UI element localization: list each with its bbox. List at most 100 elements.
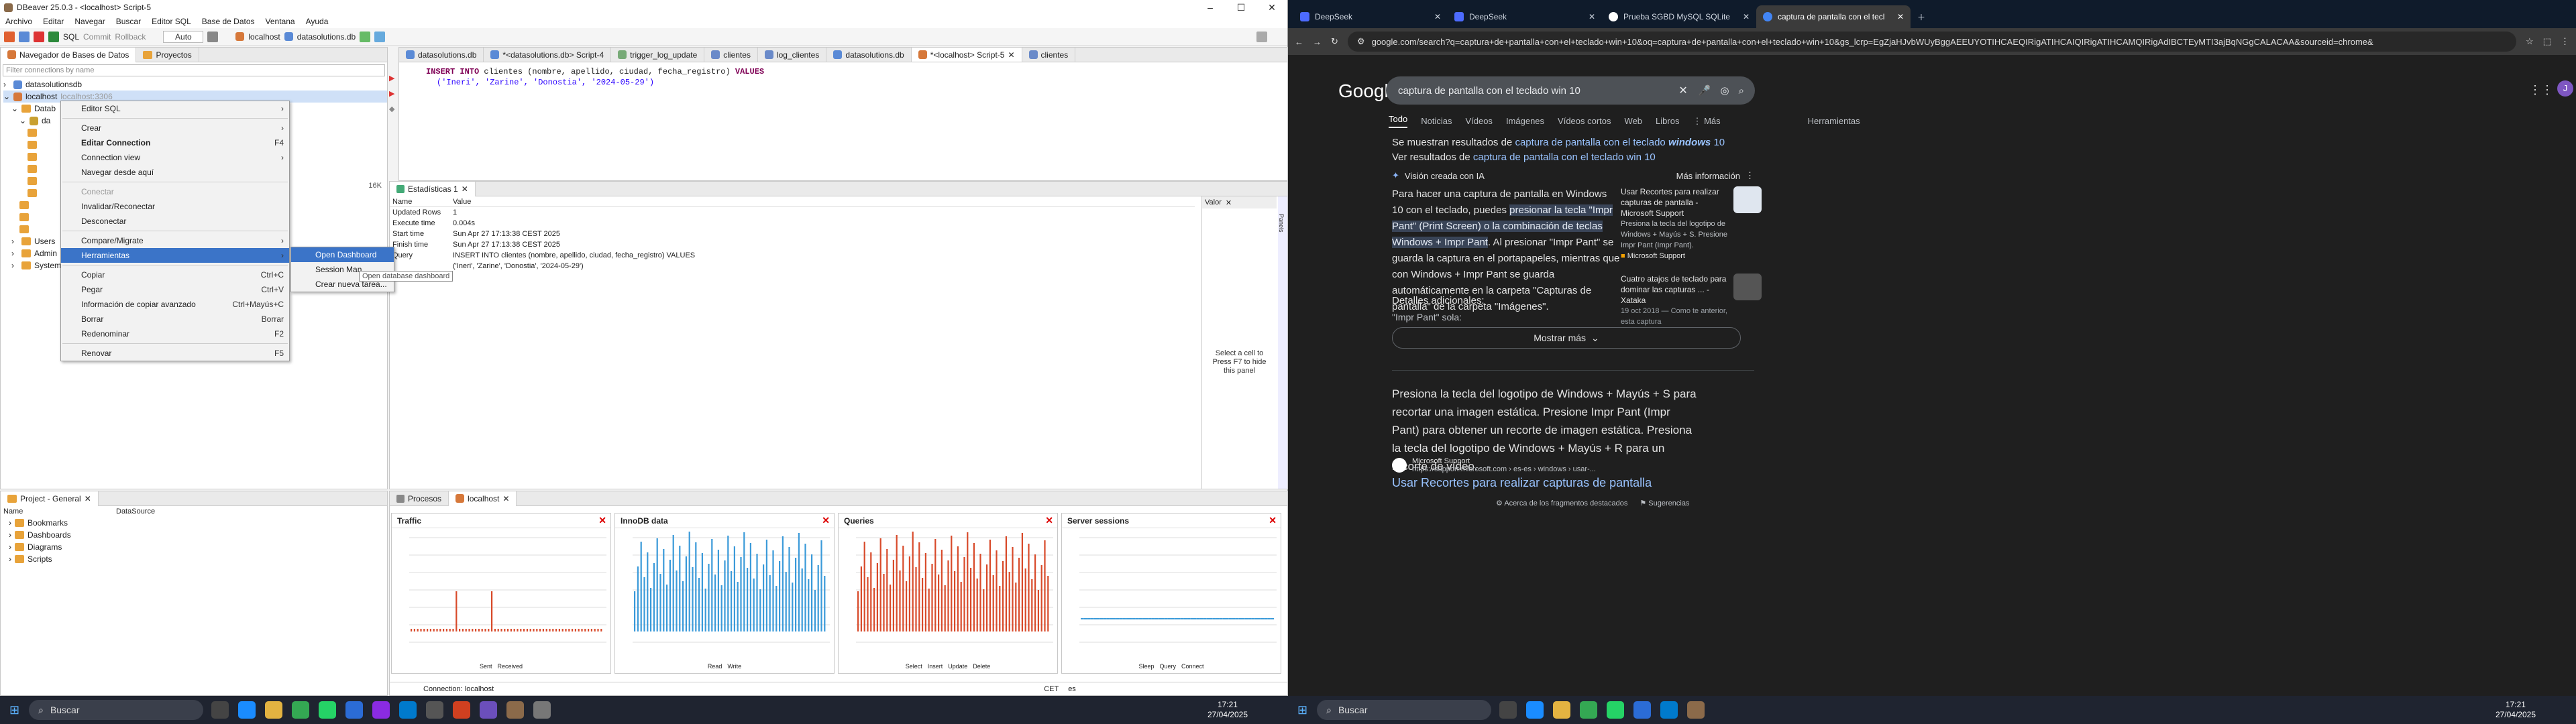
context-menu-item[interactable]: Redenominar F2 xyxy=(61,326,289,341)
app-icon[interactable] xyxy=(1526,701,1544,719)
tab-editor[interactable]: trigger_log_update xyxy=(611,48,705,62)
apps-icon[interactable]: ⋮⋮ xyxy=(2529,83,2553,97)
context-menu-item[interactable]: Renovar F5 xyxy=(61,346,289,361)
context-menu-item[interactable]: Connection view › xyxy=(61,150,289,165)
close-tab-icon[interactable]: ✕ xyxy=(1008,50,1014,60)
taskbar-search[interactable]: ⌕ Buscar xyxy=(1317,700,1492,720)
context-menu-item[interactable]: Desconectar xyxy=(61,214,289,229)
clock[interactable]: 17:21 27/04/2025 xyxy=(2496,700,2536,720)
run-script-icon[interactable]: ▶ xyxy=(389,89,398,98)
windows-start-icon[interactable]: ⊞ xyxy=(9,703,19,717)
filter-videos-cortos[interactable]: Vídeos cortos xyxy=(1558,116,1611,126)
app-icon[interactable] xyxy=(372,701,390,719)
show-more-button[interactable]: Mostrar más ⌄ xyxy=(1392,327,1741,349)
search-icon[interactable] xyxy=(1256,31,1267,42)
close-tab-icon[interactable]: ✕ xyxy=(1226,198,1232,207)
forward-icon[interactable]: → xyxy=(1313,37,1322,47)
tab-editor[interactable]: datasolutions.db xyxy=(826,48,912,62)
close-tab-icon[interactable]: ✕ xyxy=(1743,12,1750,21)
close-tab-icon[interactable]: ✕ xyxy=(85,494,91,503)
taskbar-search[interactable]: ⌕ Buscar xyxy=(29,700,204,720)
project-item-dashboards[interactable]: › Dashboards xyxy=(9,529,387,541)
tab-navegador[interactable]: Navegador de Bases de Datos xyxy=(1,47,137,62)
vscode-icon[interactable] xyxy=(1660,701,1678,719)
close-tab-icon[interactable]: ✕ xyxy=(502,494,509,503)
context-menu-item[interactable]: Editar Connection F4 xyxy=(61,135,289,150)
chrome-icon[interactable] xyxy=(1580,701,1598,719)
menu-buscar[interactable]: Buscar xyxy=(111,17,146,26)
menu-ventana[interactable]: Ventana xyxy=(260,17,301,26)
new-connection-icon[interactable] xyxy=(4,31,15,42)
context-menu-item[interactable]: Copiar Ctrl+C xyxy=(61,267,289,282)
context-menu-item[interactable]: Información de copiar avanzado Ctrl+Mayús… xyxy=(61,297,289,312)
menu-ayuda[interactable]: Ayuda xyxy=(301,17,334,26)
context-menu-item[interactable]: Compare/Migrate › xyxy=(61,233,289,248)
clear-icon[interactable]: ✕ xyxy=(1678,84,1687,97)
tab-project[interactable]: Project - General ✕ xyxy=(1,491,99,506)
minimize-button[interactable]: – xyxy=(1195,2,1226,13)
browser-tab-active[interactable]: captura de pantalla con el tecla ✕ xyxy=(1756,5,1911,28)
whatsapp-icon[interactable] xyxy=(319,701,337,719)
tree-item[interactable]: › datasolutionsdb xyxy=(3,78,387,90)
close-chart-icon[interactable]: ✕ xyxy=(1269,515,1281,526)
value-tab[interactable]: Valor ✕ xyxy=(1202,196,1277,208)
app-icon[interactable] xyxy=(345,701,364,719)
project-item-scripts[interactable]: › Scripts xyxy=(9,553,387,565)
site-info-icon[interactable]: ⚙ xyxy=(1357,36,1365,47)
filter-web[interactable]: Web xyxy=(1625,116,1643,126)
open-dashboard-item[interactable]: Open Dashboard xyxy=(291,247,394,262)
tab-editor-active[interactable]: *<localhost> Script-5 ✕ xyxy=(911,48,1022,62)
app-icon[interactable] xyxy=(238,701,256,719)
app-icon[interactable] xyxy=(1633,701,1652,719)
source-card[interactable]: Cuatro atajos de teclado para dominar la… xyxy=(1621,274,1762,327)
tab-editor[interactable]: clientes xyxy=(1022,48,1076,62)
bookmark-star-icon[interactable]: ☆ xyxy=(2526,36,2534,47)
close-button[interactable]: ✕ xyxy=(1256,2,1287,13)
close-chart-icon[interactable]: ✕ xyxy=(1045,515,1057,526)
menu-icon[interactable]: ⋮ xyxy=(2561,36,2569,47)
dbeaver-icon[interactable] xyxy=(1687,701,1705,719)
menu-navegar[interactable]: Navegar xyxy=(69,17,110,26)
stats-row[interactable]: Execute time 0.004s xyxy=(390,218,1195,229)
filter-libros[interactable]: Libros xyxy=(1656,116,1679,126)
menu-editor-sql[interactable]: Editor SQL xyxy=(146,17,197,26)
filter-noticias[interactable]: Noticias xyxy=(1421,116,1452,126)
search-icon[interactable]: ⌕ xyxy=(1739,85,1744,97)
dbeaver-icon[interactable] xyxy=(506,701,525,719)
taskview-icon[interactable] xyxy=(211,701,229,719)
extensions-icon[interactable]: ⬚ xyxy=(2543,36,2551,47)
tab-editor[interactable]: *<datasolutions.db> Script-4 xyxy=(484,48,612,62)
windows-start-icon[interactable]: ⊞ xyxy=(1297,703,1307,717)
taskview-icon[interactable] xyxy=(1499,701,1517,719)
back-icon[interactable]: ← xyxy=(1295,37,1303,47)
filter-videos[interactable]: Vídeos xyxy=(1465,116,1492,126)
connection-filter-input[interactable]: Filter connections by name xyxy=(3,64,385,76)
sql-icon[interactable] xyxy=(48,31,59,42)
stats-row[interactable]: Start time Sun Apr 27 17:13:38 CEST 2025 xyxy=(390,229,1195,239)
commit-button[interactable]: Commit xyxy=(83,32,111,42)
browser-tab[interactable]: Prueba SGBD MySQL SQLite ✕ xyxy=(1602,5,1756,28)
new-tab-button[interactable]: ＋ xyxy=(1911,5,1937,28)
run-icon[interactable]: ▶ xyxy=(389,74,398,82)
database-icon[interactable] xyxy=(19,31,30,42)
clock[interactable]: 17:21 27/04/2025 xyxy=(1208,700,1248,720)
chrome-icon[interactable] xyxy=(292,701,310,719)
close-chart-icon[interactable]: ✕ xyxy=(822,515,834,526)
panels-sidebar[interactable]: Panels xyxy=(1278,196,1287,489)
maximize-button[interactable]: ☐ xyxy=(1226,2,1256,13)
tab-editor[interactable]: clientes xyxy=(704,48,758,62)
browser-tab[interactable]: DeepSeek ✕ xyxy=(1293,5,1448,28)
tab-proyectos[interactable]: Proyectos xyxy=(136,47,199,62)
menu-archivo[interactable]: Archivo xyxy=(0,17,38,26)
filter-imagenes[interactable]: Imágenes xyxy=(1506,116,1544,126)
browser-tab[interactable]: DeepSeek ✕ xyxy=(1448,5,1602,28)
close-tab-icon[interactable]: ✕ xyxy=(462,184,468,194)
context-menu-item[interactable]: Borrar Borrar xyxy=(61,312,289,326)
project-item-bookmarks[interactable]: › Bookmarks xyxy=(9,517,387,529)
stats-row[interactable]: Finish time Sun Apr 27 17:13:38 CEST 2025 xyxy=(390,239,1195,250)
run-icon[interactable] xyxy=(360,31,371,42)
explain-icon[interactable] xyxy=(374,31,386,42)
project-item-diagrams[interactable]: › Diagrams xyxy=(9,541,387,553)
feedback-link[interactable]: ⚑ Sugerencias xyxy=(1640,499,1689,507)
close-tab-icon[interactable]: ✕ xyxy=(1434,12,1441,21)
